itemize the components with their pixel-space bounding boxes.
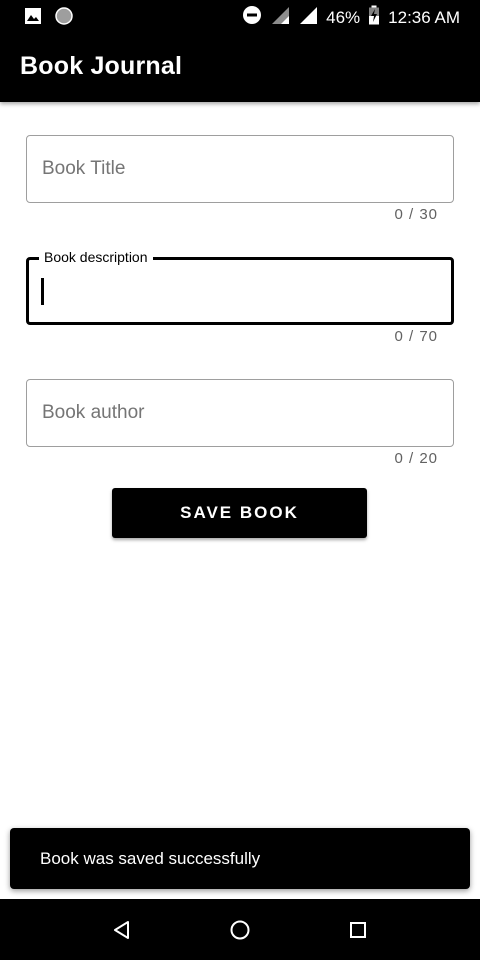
battery-charging-icon — [368, 5, 380, 30]
recents-icon[interactable] — [343, 915, 373, 945]
signal-icon — [298, 5, 318, 30]
status-right-icons: 46% 12:36 AM — [242, 5, 460, 30]
app-bar: Book Journal — [0, 32, 480, 102]
book-title-counter: 0 / 30 — [394, 206, 438, 223]
book-author-placeholder: Book author — [42, 402, 145, 423]
status-left-icons — [24, 6, 74, 31]
text-cursor — [41, 278, 44, 305]
book-author-field[interactable]: Book author — [26, 379, 454, 447]
screen: 46% 12:36 AM Book Journal Book Title 0 /… — [0, 0, 480, 960]
signal-icon — [270, 5, 290, 30]
book-description-field[interactable]: Book description — [26, 249, 454, 325]
navigation-bar — [0, 899, 480, 960]
book-author-counter: 0 / 20 — [394, 450, 438, 467]
back-icon[interactable] — [107, 915, 137, 945]
home-icon[interactable] — [225, 915, 255, 945]
snackbar-message: Book was saved successfully — [40, 849, 261, 868]
sync-circle-icon — [54, 6, 74, 31]
do-not-disturb-icon — [242, 5, 262, 30]
clock: 12:36 AM — [388, 7, 460, 27]
book-description-label: Book description — [39, 249, 153, 265]
book-title-field[interactable]: Book Title — [26, 135, 454, 203]
book-title-placeholder: Book Title — [42, 158, 126, 179]
save-book-button[interactable]: SAVE BOOK — [112, 488, 367, 538]
status-bar: 46% 12:36 AM — [0, 0, 480, 32]
app-title: Book Journal — [20, 52, 183, 80]
snackbar: Book was saved successfully — [10, 828, 470, 889]
image-icon — [24, 7, 42, 30]
book-description-counter: 0 / 70 — [394, 328, 438, 345]
battery-percent: 46% — [326, 7, 361, 27]
